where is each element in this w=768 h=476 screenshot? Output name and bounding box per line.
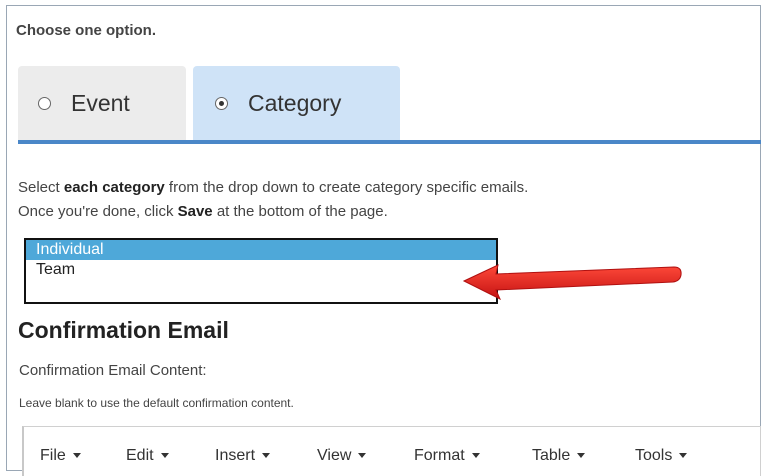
category-radio-button[interactable] <box>215 96 228 110</box>
tab-event[interactable]: Event <box>18 66 186 140</box>
chevron-down-icon <box>72 453 81 459</box>
menu-tools-label: Tools <box>635 447 673 464</box>
menu-edit[interactable]: Edit <box>126 447 169 465</box>
chevron-down-icon <box>358 453 367 459</box>
red-arrow-icon <box>462 264 682 300</box>
menu-insert[interactable]: Insert <box>215 447 271 465</box>
chevron-down-icon <box>262 453 271 459</box>
menu-file[interactable]: File <box>40 447 81 465</box>
instruction-line-2: Once you're done, click Save at the bott… <box>18 200 528 224</box>
menu-view[interactable]: View <box>317 447 367 465</box>
menu-file-label: File <box>40 447 66 464</box>
chevron-down-icon <box>471 453 480 459</box>
menu-insert-label: Insert <box>215 447 256 464</box>
choose-option-label: Choose one option. <box>16 22 156 39</box>
menu-format[interactable]: Format <box>414 447 480 465</box>
menu-tools[interactable]: Tools <box>635 447 688 465</box>
tab-category[interactable]: Category <box>193 66 400 140</box>
confirmation-content-hint: Leave blank to use the default confirmat… <box>19 396 294 410</box>
instruction-emphasis: each category <box>63 179 165 196</box>
chevron-down-icon <box>160 453 169 459</box>
menu-edit-label: Edit <box>126 447 154 464</box>
confirmation-content-label: Confirmation Email Content: <box>19 362 207 379</box>
category-instructions: Select each category from the drop down … <box>18 176 528 224</box>
chevron-down-icon <box>577 453 586 459</box>
option-team[interactable]: Team <box>26 260 496 280</box>
confirmation-email-heading: Confirmation Email <box>18 317 229 343</box>
menu-table[interactable]: Table <box>532 447 586 465</box>
menu-format-label: Format <box>414 447 465 464</box>
instruction-text: Select <box>18 179 64 196</box>
option-individual[interactable]: Individual <box>26 240 496 260</box>
editor-menubar: File Edit Insert View Format Table Tools <box>22 426 761 476</box>
instruction-text: at the bottom of the page. <box>212 203 388 220</box>
instruction-text: from the drop down to create category sp… <box>164 179 529 196</box>
instruction-line-1: Select each category from the drop down … <box>18 176 528 200</box>
category-select-list[interactable]: Individual Team <box>24 238 498 304</box>
tab-event-label: Event <box>71 89 130 116</box>
chevron-down-icon <box>679 453 688 459</box>
tab-divider <box>18 140 761 144</box>
save-emphasis: Save <box>177 203 213 220</box>
menu-view-label: View <box>317 447 352 464</box>
menu-table-label: Table <box>532 447 571 464</box>
instruction-text: Once you're done, click <box>18 203 178 220</box>
tab-category-label: Category <box>248 89 342 116</box>
event-radio-button[interactable] <box>38 96 51 110</box>
